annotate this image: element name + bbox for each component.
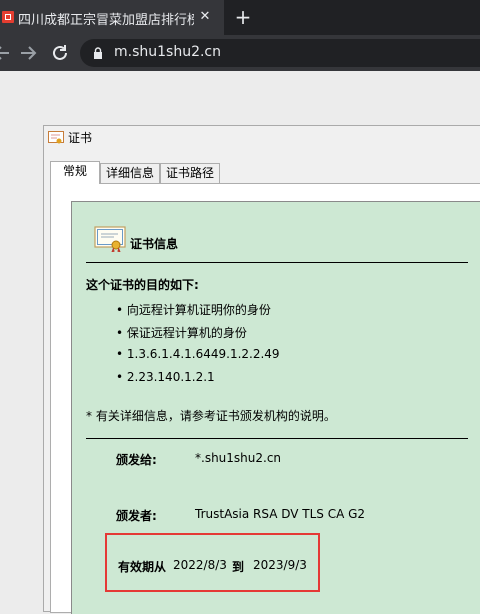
purpose-item: • 向远程计算机证明你的身份 bbox=[116, 303, 271, 317]
divider-top bbox=[86, 262, 468, 263]
cert-info-box: 证书信息 这个证书的目的如下: • 向远程计算机证明你的身份 • 保证远程计算机… bbox=[71, 201, 480, 614]
valid-to-value: 2023/9/3 bbox=[253, 558, 307, 572]
issued-by-label: 颁发者: bbox=[116, 509, 157, 523]
purpose-item: • 1.3.6.1.4.1.6449.1.2.2.49 bbox=[116, 347, 280, 361]
tab-cert-path[interactable]: 证书路径 bbox=[160, 163, 220, 183]
close-tab-icon[interactable]: ✕ bbox=[196, 8, 214, 26]
site-favicon-icon bbox=[2, 11, 14, 23]
valid-to-label: 到 bbox=[232, 560, 245, 574]
browser-tab[interactable]: 四川成都正宗冒菜加盟店排行榜( ✕ bbox=[0, 0, 224, 35]
tab-title: 四川成都正宗冒菜加盟店排行榜( bbox=[18, 13, 194, 28]
cert-info-title: 证书信息 bbox=[130, 237, 179, 251]
certificate-large-icon bbox=[94, 226, 126, 252]
certificate-dialog: 证书 常规 详细信息 证书路径 证书信息 这个证书的目的如下: • 向远程计算机… bbox=[43, 125, 480, 614]
issued-by-value: TrustAsia RSA DV TLS CA G2 bbox=[195, 507, 366, 521]
valid-from-value: 2022/8/3 bbox=[173, 558, 227, 572]
divider-bottom bbox=[86, 438, 468, 439]
reload-icon[interactable] bbox=[48, 41, 72, 65]
general-tab-panel: 证书信息 这个证书的目的如下: • 向远程计算机证明你的身份 • 保证远程计算机… bbox=[50, 183, 480, 614]
tab-general[interactable]: 常规 bbox=[50, 161, 100, 184]
purpose-item: • 保证远程计算机的身份 bbox=[116, 326, 247, 340]
lock-icon[interactable] bbox=[92, 47, 104, 59]
back-arrow-icon[interactable] bbox=[0, 41, 14, 65]
forward-arrow-icon[interactable] bbox=[16, 41, 40, 65]
purpose-item: • 2.23.140.1.2.1 bbox=[116, 370, 215, 384]
address-bar[interactable]: m.shu1shu2.cn bbox=[80, 39, 480, 67]
dialog-title: 证书 bbox=[68, 131, 93, 145]
tab-strip: 四川成都正宗冒菜加盟店排行榜( ✕ + bbox=[0, 0, 480, 35]
url-text[interactable]: m.shu1shu2.cn bbox=[114, 44, 221, 60]
browser-toolbar: m.shu1shu2.cn bbox=[0, 35, 480, 71]
purpose-heading: 这个证书的目的如下: bbox=[86, 278, 199, 292]
tab-details[interactable]: 详细信息 bbox=[100, 163, 160, 183]
issued-to-label: 颁发给: bbox=[116, 453, 157, 467]
new-tab-icon[interactable]: + bbox=[232, 6, 254, 28]
validity-highlight-box: 有效期从 2022/8/3 到 2023/9/3 bbox=[105, 533, 320, 592]
valid-from-label: 有效期从 bbox=[118, 560, 167, 574]
issued-to-value: *.shu1shu2.cn bbox=[195, 451, 282, 465]
certificate-icon bbox=[48, 131, 64, 144]
info-note: * 有关详细信息，请参考证书颁发机构的说明。 bbox=[86, 409, 336, 423]
